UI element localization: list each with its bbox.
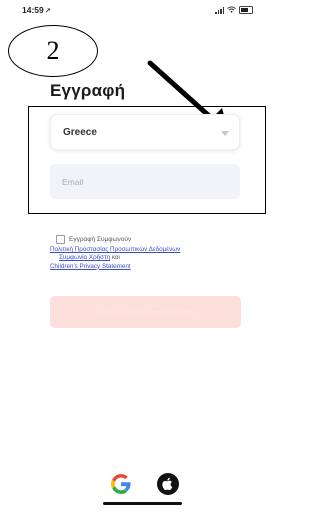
- user-agreement-link[interactable]: Συμφωνία Χρήστη: [59, 254, 110, 261]
- google-icon[interactable]: [109, 472, 133, 496]
- childrens-privacy-link[interactable]: Children's Privacy Statement: [50, 263, 131, 270]
- privacy-policy-link[interactable]: Πολιτική Προστασίας Προσωπικών Δεδομένων: [50, 246, 180, 253]
- apple-icon[interactable]: [156, 472, 180, 496]
- chevron-down-icon: [221, 131, 229, 136]
- consent-checkbox[interactable]: [56, 235, 65, 244]
- consent-row: Εγγραφή Συμφωνούν: [56, 235, 131, 244]
- get-code-button[interactable]: Λήψη κωδικού επαλήθευσης: [50, 296, 241, 328]
- and-text: και: [111, 254, 120, 262]
- page-title: Εγγραφή: [50, 81, 126, 100]
- consent-label: Εγγραφή Συμφωνούν: [69, 236, 132, 243]
- home-indicator: [103, 502, 182, 505]
- legal-links: Πολιτική Προστασίας Προσωπικών Δεδομένων…: [50, 246, 250, 271]
- email-field[interactable]: [50, 164, 240, 199]
- social-login: [109, 472, 180, 496]
- country-value: Greece: [63, 127, 97, 138]
- country-select[interactable]: Greece: [50, 114, 240, 150]
